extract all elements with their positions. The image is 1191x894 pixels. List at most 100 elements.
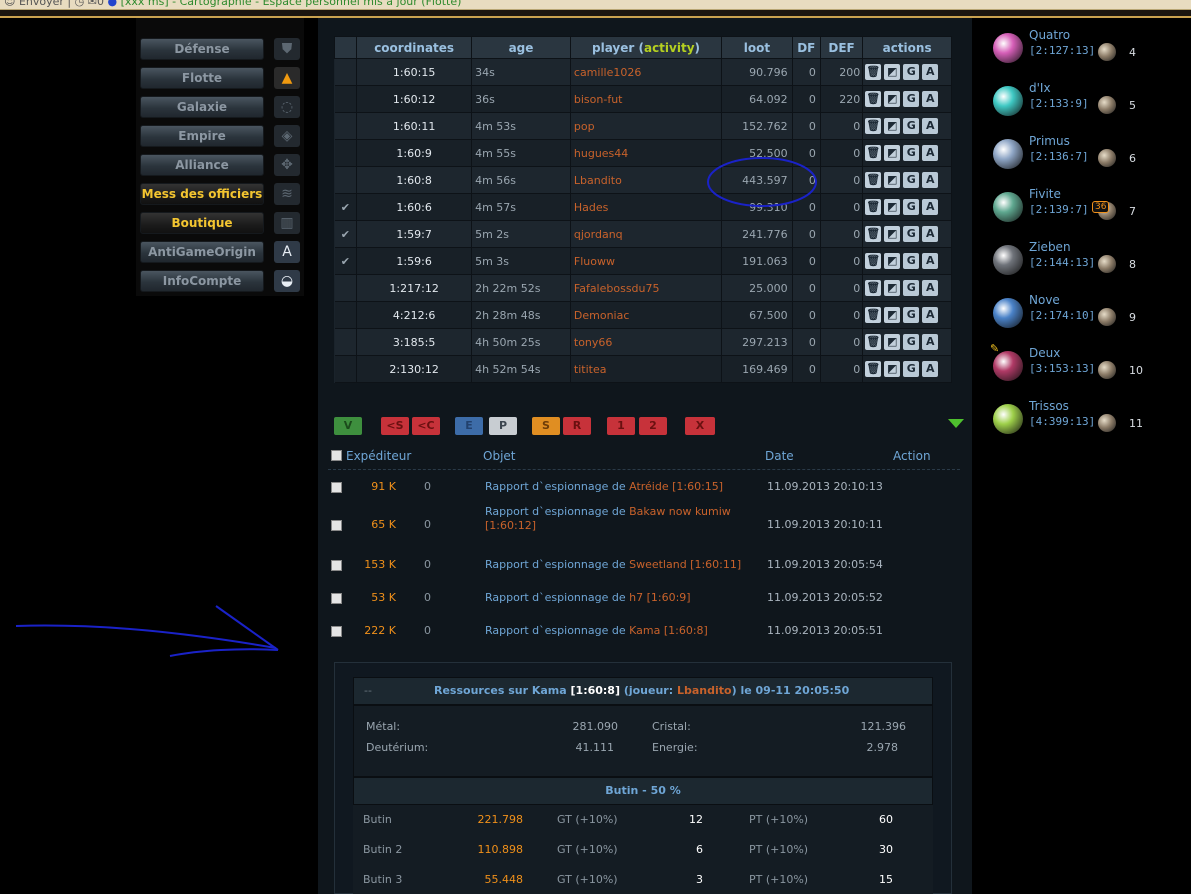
attack-button[interactable]: A [922, 145, 939, 161]
menu-button-infocompte[interactable]: InfoCompte [140, 270, 264, 292]
coordinates-cell[interactable]: 1:60:9 [356, 139, 473, 167]
player-header[interactable]: player (activity) [569, 36, 723, 59]
delete-icon[interactable]: 🗑 [865, 64, 882, 80]
coordinates-cell[interactable]: 1:217:12 [356, 274, 473, 302]
menu-button-alliance[interactable]: Alliance [140, 154, 264, 176]
pt-count[interactable]: 30 [843, 843, 893, 856]
report-player-name[interactable]: Lbandito [677, 684, 732, 697]
planet-name[interactable]: Nove [1029, 293, 1060, 307]
planet-icon[interactable] [993, 245, 1023, 275]
date-header[interactable]: Date [765, 449, 794, 463]
empire-icon[interactable]: ◈ [274, 125, 300, 147]
filter-2-button[interactable]: 2 [639, 417, 667, 435]
open-icon[interactable]: ◩ [884, 253, 901, 269]
gt-count[interactable]: 6 [653, 843, 703, 856]
filter-1-button[interactable]: 1 [607, 417, 635, 435]
filter-s-back-button[interactable]: <S [381, 417, 409, 435]
attack-button[interactable]: A [922, 226, 939, 242]
message-row[interactable]: 53 K 0 Rapport d`espionnage de h7 [1:60:9]… [328, 591, 960, 613]
filter-s-button[interactable]: S [532, 417, 560, 435]
planet-name[interactable]: Deux [1029, 346, 1060, 360]
sender-header[interactable]: Expéditeur [346, 449, 411, 463]
open-icon[interactable]: ◩ [884, 280, 901, 296]
open-icon[interactable]: ◩ [884, 199, 901, 215]
coordinates-cell[interactable]: 2:130:12 [356, 355, 473, 383]
filter-p-button[interactable]: P [489, 417, 517, 435]
player-cell[interactable]: Fafalebossdu75 [570, 274, 723, 302]
galaxy-button[interactable]: G [903, 145, 920, 161]
galaxy-button[interactable]: G [903, 64, 920, 80]
message-subject[interactable]: Rapport d`espionnage de Bakaw now kumiw … [485, 505, 765, 533]
player-cell[interactable]: tony66 [570, 328, 723, 356]
planet-item[interactable]: d'Ix [2:133:9] 5 [993, 77, 1191, 127]
officers-icon[interactable]: ≋ [274, 183, 300, 205]
planet-icon[interactable] [993, 86, 1023, 116]
menu-button-défense[interactable]: Défense [140, 38, 264, 60]
menu-button-galaxie[interactable]: Galaxie [140, 96, 264, 118]
open-icon[interactable]: ◩ [884, 307, 901, 323]
player-cell[interactable]: camille1026 [570, 58, 723, 86]
planet-item[interactable]: Fivite [2:139:7] 7 36 [993, 183, 1191, 233]
galaxy-button[interactable]: G [903, 91, 920, 107]
galaxy-button[interactable]: G [903, 253, 920, 269]
galaxy-button[interactable]: G [903, 226, 920, 242]
player-cell[interactable]: hugues44 [570, 139, 723, 167]
delete-icon[interactable]: 🗑 [865, 91, 882, 107]
player-cell[interactable]: Fluoww [570, 247, 723, 275]
message-subject[interactable]: Rapport d`espionnage de Sweetland [1:60:… [485, 558, 765, 572]
moon-icon[interactable] [1098, 308, 1116, 326]
open-icon[interactable]: ◩ [884, 334, 901, 350]
delete-icon[interactable]: 🗑 [865, 361, 882, 377]
planet-item[interactable]: Zieben [2:144:13] 8 [993, 236, 1191, 286]
moon-icon[interactable] [1098, 414, 1116, 432]
delete-icon[interactable]: 🗑 [865, 199, 882, 215]
planet-item[interactable]: Nove [2:174:10] 9 [993, 289, 1191, 339]
menu-button-mess-des-officiers[interactable]: Mess des officiers [140, 183, 264, 205]
player-cell[interactable]: Hades [570, 193, 723, 221]
message-checkbox[interactable] [331, 482, 342, 493]
def-header[interactable]: DEF [819, 36, 864, 59]
antigame-icon[interactable]: A [274, 241, 300, 263]
attack-button[interactable]: A [922, 253, 939, 269]
coordinates-cell[interactable]: 1:60:11 [356, 112, 473, 140]
player-cell[interactable]: bison-fut [570, 85, 723, 113]
menu-button-empire[interactable]: Empire [140, 125, 264, 147]
planet-icon[interactable] [993, 298, 1023, 328]
galaxy-button[interactable]: G [903, 199, 920, 215]
age-header[interactable]: age [471, 36, 571, 59]
delete-icon[interactable]: 🗑 [865, 280, 882, 296]
message-target[interactable]: Kama [1:60:8] [629, 624, 708, 637]
filter-r-button[interactable]: R [563, 417, 591, 435]
fleet-icon[interactable]: ▲ [274, 67, 300, 89]
coordinates-cell[interactable]: 1:60:8 [356, 166, 473, 194]
planet-item[interactable]: Quatro [2:127:13] 4 [993, 24, 1191, 74]
report-coordinates[interactable]: [1:60:8] [571, 684, 620, 697]
message-target[interactable]: Atréide [1:60:15] [629, 480, 723, 493]
expand-down-icon[interactable] [948, 419, 964, 428]
planet-item[interactable]: Primus [2:136:7] 6 [993, 130, 1191, 180]
moon-icon[interactable] [1098, 255, 1116, 273]
open-icon[interactable]: ◩ [884, 64, 901, 80]
coordinates-cell[interactable]: 3:185:5 [356, 328, 473, 356]
df-header[interactable]: DF [791, 36, 821, 59]
delete-icon[interactable]: 🗑 [865, 253, 882, 269]
message-row[interactable]: 153 K 0 Rapport d`espionnage de Sweetland … [328, 558, 960, 580]
mail-icon[interactable]: ✉ [88, 0, 97, 8]
player-cell[interactable]: qjordanq [570, 220, 723, 248]
menu-button-flotte[interactable]: Flotte [140, 67, 264, 89]
coordinates-cell[interactable]: 1:60:15 [356, 58, 473, 86]
coordinates-cell[interactable]: 1:60:12 [356, 85, 473, 113]
planet-name[interactable]: d'Ix [1029, 81, 1051, 95]
attack-button[interactable]: A [922, 280, 939, 296]
delete-icon[interactable]: 🗑 [865, 118, 882, 134]
planet-icon[interactable] [993, 139, 1023, 169]
message-subject[interactable]: Rapport d`espionnage de Kama [1:60:8] [485, 624, 765, 638]
subject-header[interactable]: Objet [483, 449, 515, 463]
attack-button[interactable]: A [922, 172, 939, 188]
attack-button[interactable]: A [922, 199, 939, 215]
galaxy-button[interactable]: G [903, 361, 920, 377]
pt-count[interactable]: 15 [843, 873, 893, 886]
menu-button-boutique[interactable]: Boutique [140, 212, 264, 234]
delete-icon[interactable]: 🗑 [865, 172, 882, 188]
player-cell[interactable]: Demoniac [570, 301, 723, 329]
